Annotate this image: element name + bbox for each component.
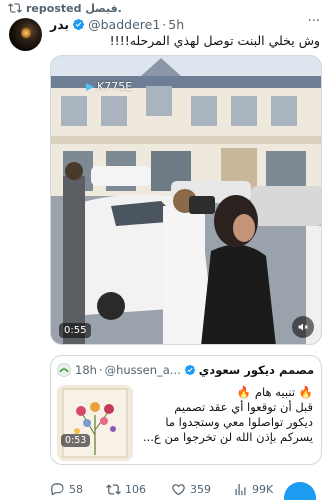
avatar-image (21, 27, 31, 39)
like-count: 359 (190, 482, 211, 496)
reply-icon (51, 482, 64, 495)
quoted-thumbnail-image (57, 385, 133, 461)
quoted-tweet-text: 🔥 تنبيه هام 🔥 قبل أن توقعوا أي عقد تصميم… (139, 385, 313, 445)
quoted-video-duration: 0:53 (61, 434, 91, 447)
verified-badge-icon (73, 18, 85, 30)
quoted-separator: · (98, 363, 103, 377)
quoted-tweet-header: 18h · @hussen_a... مصمم ديكور سعودي (57, 362, 315, 378)
tweet-text: وش يخلي البنت توصل لهذي المرحله!!!! (109, 33, 320, 48)
views-chart-icon (235, 483, 246, 495)
author-name[interactable]: بدر (50, 17, 69, 32)
quoted-video-thumbnail[interactable]: 0:53 (57, 385, 133, 461)
license-plate-label: K775E (85, 80, 132, 93)
quoted-timestamp: 18h (75, 363, 97, 377)
heart-icon (172, 483, 185, 495)
video-frame-image (51, 56, 321, 344)
quoted-tweet[interactable]: 18h · @hussen_a... مصمم ديكور سعودي 0:53… (50, 355, 322, 465)
quoted-line: قبل أن توقعوا أي عقد تصميم (174, 400, 313, 414)
repost-count: 106 (125, 482, 146, 496)
quoted-line: ديكور تواصلوا معي وستجدوا ما (165, 415, 313, 429)
mute-button[interactable] (292, 316, 314, 338)
quoted-line: يسركم بإذن الله لن تخرجوا من ع... (142, 430, 313, 444)
repost-action-icon (106, 483, 121, 495)
quoted-avatar (57, 363, 71, 377)
play-icon (86, 82, 94, 91)
tweet-header: بدر @baddere1 · 5h ··· (50, 14, 320, 32)
reposted-by[interactable]: فيصل. (85, 2, 122, 15)
quoted-line: 🔥 تنبيه هام 🔥 (236, 385, 313, 399)
video-duration: 0:55 (59, 323, 92, 338)
repost-context[interactable]: reposted فيصل. (0, 0, 122, 16)
plate-text: K775E (97, 80, 133, 93)
quoted-verified-badge-icon (184, 364, 195, 376)
like-button[interactable]: 359 (171, 482, 211, 497)
tweet-timestamp[interactable]: 5h (168, 17, 184, 32)
more-options-icon[interactable]: ··· (308, 14, 320, 29)
author-handle[interactable]: @baddere1 (88, 17, 160, 32)
quoted-avatar-logo-icon (59, 368, 69, 373)
views-count: 99K (252, 482, 274, 496)
repost-button[interactable]: 106 (106, 482, 146, 497)
reply-button[interactable]: 58 (50, 482, 83, 497)
avatar[interactable] (9, 18, 42, 51)
tweet-video[interactable]: K775E 0:55 (50, 55, 322, 345)
repost-icon (8, 3, 22, 13)
quoted-author-name: مصمم ديكور سعودي (198, 363, 315, 377)
volume-muted-icon (298, 323, 308, 331)
quoted-handle: @hussen_a... (104, 363, 181, 377)
header-separator: · (162, 16, 167, 32)
views-button[interactable]: 99K (233, 482, 273, 497)
repost-label: reposted (26, 1, 82, 15)
reply-count: 58 (69, 482, 83, 496)
